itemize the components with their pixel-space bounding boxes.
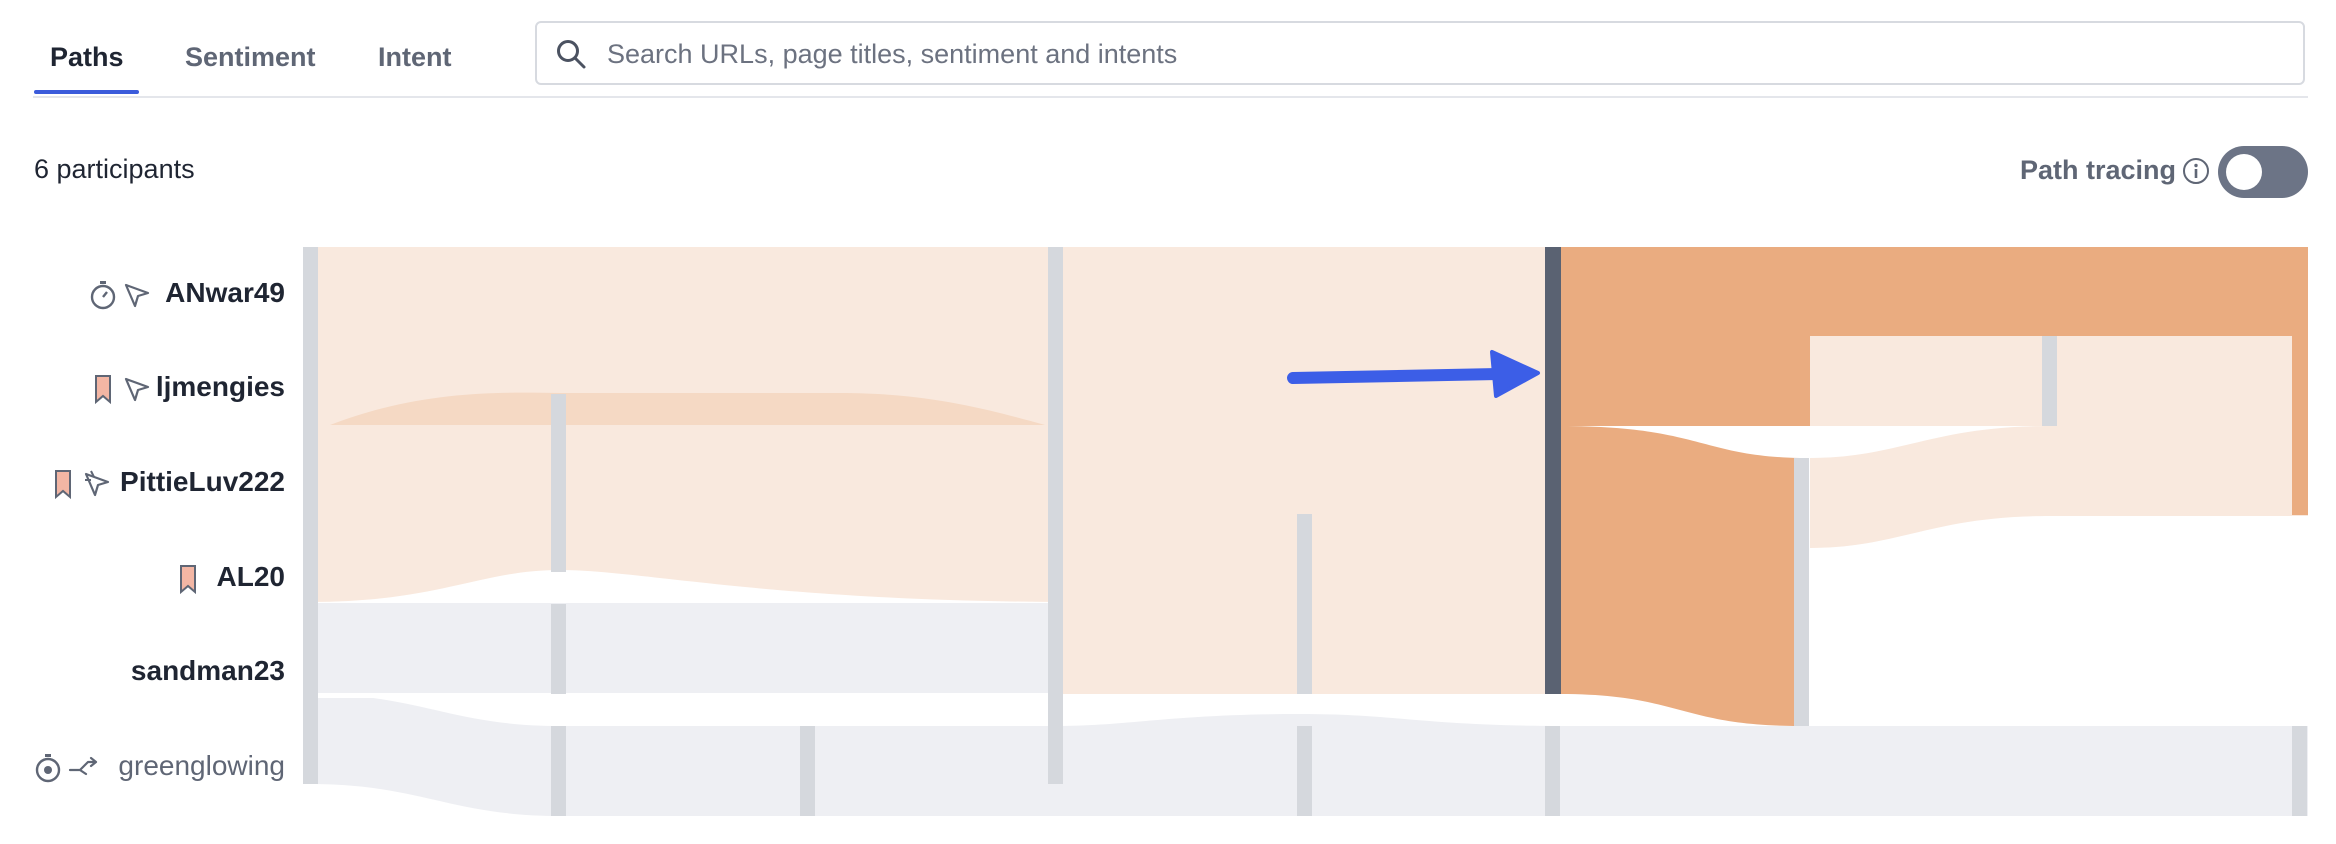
highlighted-flow[interactable] [1560, 247, 2292, 336]
path-node[interactable] [1794, 458, 1809, 726]
path-node[interactable] [1545, 726, 1560, 816]
path-node[interactable] [1048, 247, 1063, 784]
path-node[interactable] [551, 726, 566, 816]
path-node[interactable] [1297, 726, 1312, 816]
path-node[interactable] [800, 726, 815, 816]
highlighted-flow[interactable] [1560, 426, 1800, 726]
path-flow-diagram [303, 247, 2308, 816]
selected-path-node[interactable] [1545, 247, 1561, 694]
path-node[interactable] [551, 394, 566, 572]
path-node[interactable] [303, 247, 318, 784]
path-node[interactable] [551, 604, 566, 694]
path-node[interactable] [2292, 726, 2307, 816]
flow-band[interactable] [310, 603, 1055, 693]
highlighted-flow[interactable] [1560, 336, 1810, 426]
path-node[interactable] [2042, 336, 2057, 426]
path-node[interactable] [1297, 514, 1312, 694]
